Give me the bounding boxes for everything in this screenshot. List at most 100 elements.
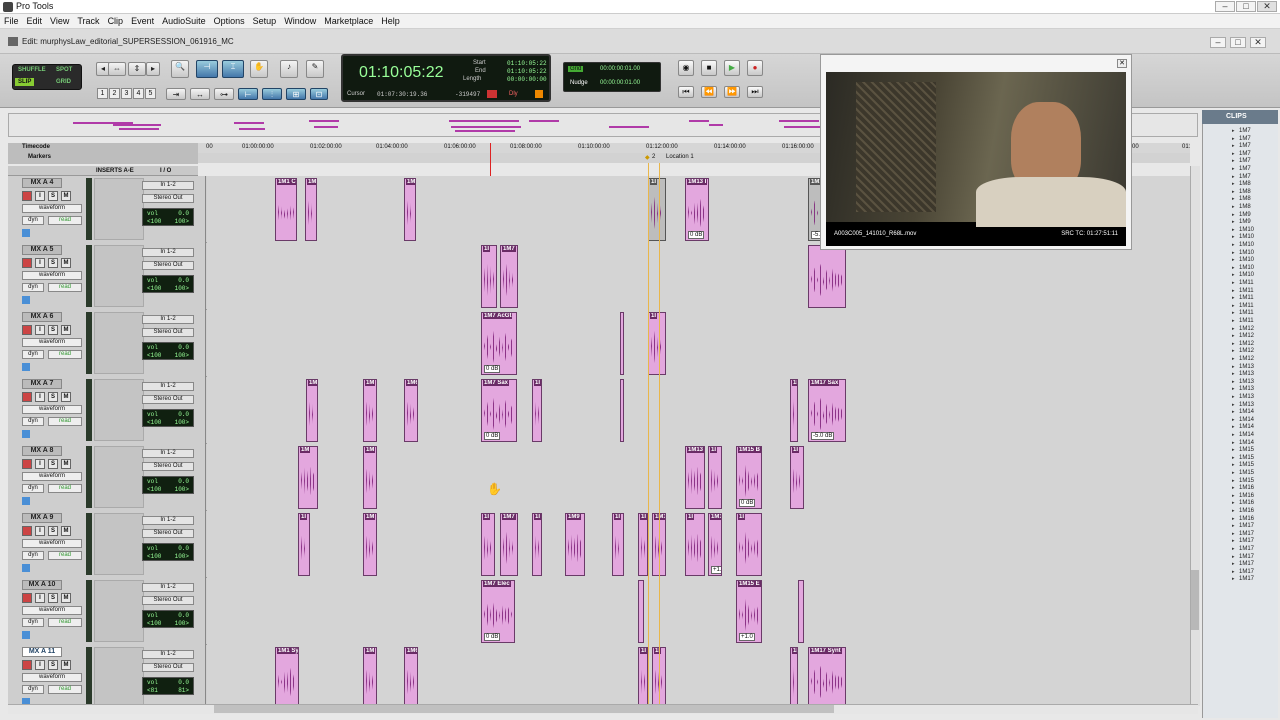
automation-mode-selector[interactable]: read	[48, 283, 82, 292]
clip-list-item[interactable]: 1M11	[1239, 303, 1254, 309]
solo-button[interactable]: S	[48, 325, 58, 335]
track-lane[interactable]: 1I 1M 1I 1M7 1I 1M9 1I 1I 1M13 1I 1M15 S +1.9 1I	[207, 511, 1198, 578]
audio-clip[interactable]: 1M17 Sax -5.0 dB	[808, 379, 846, 442]
clip-gain[interactable]: +1.0	[739, 633, 755, 641]
minimize-button[interactable]: –	[1215, 1, 1235, 12]
post-roll-icon[interactable]	[535, 90, 543, 98]
clip-list-item[interactable]: 1M17	[1239, 569, 1254, 575]
audio-clip[interactable]: 1M7 Sax 0 dB	[481, 379, 517, 442]
expand-triangle-icon[interactable]: ▸	[1232, 462, 1235, 468]
audio-clip[interactable]: 1M6	[404, 379, 418, 442]
clip-list-item[interactable]: 1M7	[1239, 151, 1251, 157]
expand-triangle-icon[interactable]: ▸	[1232, 500, 1235, 506]
audio-clip[interactable]	[620, 312, 624, 375]
edit-restore-button[interactable]: □	[1230, 37, 1246, 48]
menu-event[interactable]: Event	[127, 14, 158, 26]
expand-triangle-icon[interactable]: ▸	[1232, 128, 1235, 134]
menu-window[interactable]: Window	[280, 14, 320, 26]
automation-mode-selector[interactable]: read	[48, 551, 82, 560]
expand-triangle-icon[interactable]: ▸	[1232, 447, 1235, 453]
expand-triangle-icon[interactable]: ▸	[1232, 189, 1235, 195]
clip-list-item[interactable]: 1M12	[1239, 341, 1254, 347]
play-icon[interactable]: ▶	[724, 60, 740, 76]
scrubber-speaker-icon[interactable]: ♪	[280, 60, 298, 78]
solo-button[interactable]: S	[48, 392, 58, 402]
mirror-midi-icon[interactable]: ⫶	[262, 88, 282, 100]
insert-slots[interactable]	[94, 379, 144, 441]
clip-gain[interactable]: 0 dB	[739, 499, 756, 507]
pan-right-value[interactable]: 100>	[175, 218, 189, 225]
volume-pan-display[interactable]: vol 0.0 <100 100>	[142, 476, 194, 494]
mute-button[interactable]: M	[61, 593, 71, 603]
clip-list-item[interactable]: 1M10	[1239, 227, 1254, 233]
pan-right-value[interactable]: 100>	[175, 352, 189, 359]
expand-triangle-icon[interactable]: ▸	[1232, 432, 1235, 438]
audio-clip[interactable]: 1M	[404, 178, 416, 241]
track-lane[interactable]: 1I 1M7	[207, 243, 1198, 310]
input-monitor-button[interactable]: I	[35, 325, 45, 335]
volume-pan-display[interactable]: vol 0.0 <100 100>	[142, 208, 194, 226]
menu-clip[interactable]: Clip	[104, 14, 128, 26]
expand-triangle-icon[interactable]: ▸	[1232, 364, 1235, 370]
volume-value[interactable]: 0.0	[178, 344, 189, 351]
audio-clip[interactable]: 1I	[298, 513, 310, 576]
expand-triangle-icon[interactable]: ▸	[1232, 265, 1235, 271]
clip-list-item[interactable]: 1M11	[1239, 295, 1254, 301]
expand-triangle-icon[interactable]: ▸	[1232, 531, 1235, 537]
pan-left-value[interactable]: <100	[147, 553, 161, 560]
volume-pan-display[interactable]: vol 0.0 <100 100>	[142, 610, 194, 628]
track-view-selector[interactable]: waveform	[22, 673, 82, 682]
expand-triangle-icon[interactable]: ▸	[1232, 303, 1235, 309]
track-name[interactable]: MX A 9	[22, 513, 62, 523]
expand-triangle-icon[interactable]: ▸	[1232, 250, 1235, 256]
track-view-selector[interactable]: waveform	[22, 338, 82, 347]
record-enable-icon[interactable]	[22, 593, 32, 603]
expand-triangle-icon[interactable]: ▸	[1232, 242, 1235, 248]
audio-clip[interactable]: 1M7	[500, 513, 518, 576]
track-mx-a-6[interactable]: MX A 6 I S Mwaveform dyn read In 1-2 Stereo Out…	[8, 310, 1198, 377]
expand-triangle-icon[interactable]: ▸	[1232, 417, 1235, 423]
audio-clip[interactable]: 1I	[532, 513, 542, 576]
clip-gain[interactable]: 0 dB	[484, 432, 501, 440]
expand-triangle-icon[interactable]: ▸	[1232, 379, 1235, 385]
clip-list-item[interactable]: 1M15	[1239, 447, 1254, 453]
dyn-button[interactable]: dyn	[22, 618, 44, 627]
expand-triangle-icon[interactable]: ▸	[1232, 326, 1235, 332]
expand-triangle-icon[interactable]: ▸	[1232, 318, 1235, 324]
expand-triangle-icon[interactable]: ▸	[1232, 212, 1235, 218]
track-mx-a-9[interactable]: MX A 9 I S Mwaveform dyn read In 1-2 Stereo Out…	[8, 511, 1198, 578]
audio-clip[interactable]	[798, 580, 804, 643]
menu-marketplace[interactable]: Marketplace	[320, 14, 377, 26]
end-value[interactable]: 01:10:05:22	[507, 68, 547, 75]
audio-clip[interactable]: 1M	[363, 446, 377, 509]
pan-right-value[interactable]: 100>	[175, 486, 189, 493]
record-enable-icon[interactable]	[22, 459, 32, 469]
output-selector[interactable]: Stereo Out	[142, 328, 194, 337]
mute-button[interactable]: M	[61, 258, 71, 268]
zoom-vertical-icon[interactable]: ⇕	[128, 62, 146, 76]
nudge-label[interactable]: Nudge	[570, 80, 588, 86]
expand-triangle-icon[interactable]: ▸	[1232, 272, 1235, 278]
clip-list-item[interactable]: 1M7	[1239, 128, 1251, 134]
horizontal-scroll-thumb[interactable]	[214, 705, 834, 713]
clip-list-item[interactable]: 1M9	[1239, 219, 1251, 225]
online-icon[interactable]: ◉	[678, 60, 694, 76]
clip-list-item[interactable]: 1M16	[1239, 516, 1254, 522]
audio-clip[interactable]: 1M	[363, 379, 377, 442]
clip-list-item[interactable]: 1M17	[1239, 531, 1254, 537]
insert-slots[interactable]	[94, 446, 144, 508]
output-selector[interactable]: Stereo Out	[142, 261, 194, 270]
clip-list-item[interactable]: 1M14	[1239, 409, 1254, 415]
clip-gain[interactable]: 0 dB	[688, 231, 705, 239]
clip-list-item[interactable]: 1M14	[1239, 432, 1254, 438]
record-enable-icon[interactable]	[22, 258, 32, 268]
volume-value[interactable]: 0.0	[178, 277, 189, 284]
solo-button[interactable]: S	[48, 526, 58, 536]
dyn-button[interactable]: dyn	[22, 551, 44, 560]
solo-button[interactable]: S	[48, 191, 58, 201]
expand-triangle-icon[interactable]: ▸	[1232, 227, 1235, 233]
insert-slots[interactable]	[94, 513, 144, 575]
volume-value[interactable]: 0.0	[178, 411, 189, 418]
expand-triangle-icon[interactable]: ▸	[1232, 424, 1235, 430]
pan-left-value[interactable]: <100	[147, 352, 161, 359]
